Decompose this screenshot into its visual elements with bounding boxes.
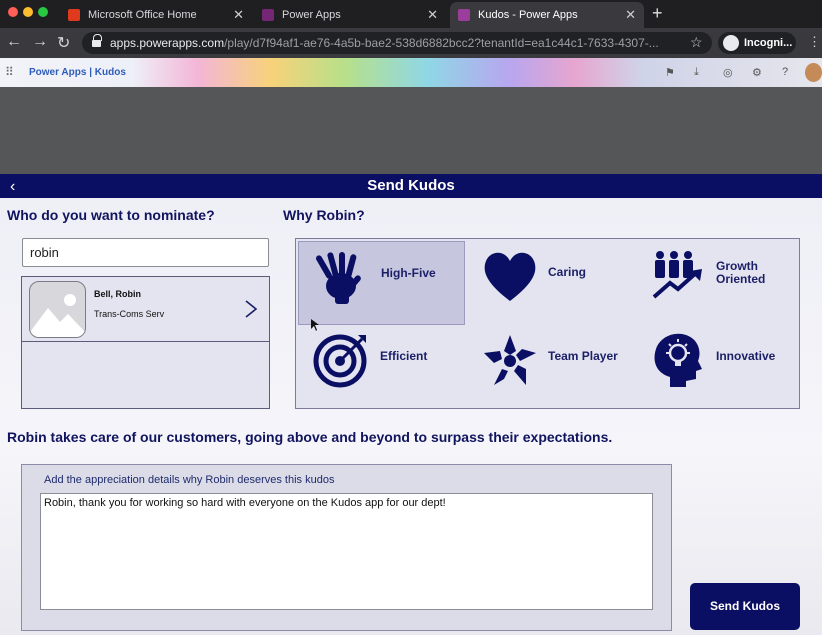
notification-icon[interactable]: ◎ xyxy=(723,66,733,79)
high-five-icon xyxy=(316,252,361,304)
kudos-app-screen: ‹ Send Kudos Who do you want to nominate… xyxy=(0,174,822,635)
badge-label: Innovative xyxy=(716,349,776,363)
download-icon[interactable]: ⤓ xyxy=(694,66,699,79)
send-kudos-button[interactable]: Send Kudos xyxy=(690,583,800,630)
badge-high-five[interactable]: High-Five xyxy=(298,241,465,325)
lock-icon xyxy=(92,34,102,48)
why-heading: Why Robin? xyxy=(283,207,365,223)
idea-head-icon xyxy=(654,333,702,387)
url-host: apps.powerapps.com xyxy=(110,36,225,50)
badge-label: High-Five xyxy=(381,266,436,280)
search-input[interactable]: robin xyxy=(22,238,269,267)
app-launcher-icon[interactable]: ⠿ xyxy=(5,65,14,79)
star-icon[interactable]: ☆ xyxy=(690,34,703,51)
minimize-window-button[interactable] xyxy=(23,7,33,17)
team-icon xyxy=(484,335,536,385)
kudos-badge-grid: High-Five Caring Growth Oriented Efficie… xyxy=(295,238,800,409)
badge-label: Caring xyxy=(548,265,587,279)
settings-gear-icon[interactable]: ⚙ xyxy=(752,66,762,79)
help-icon[interactable]: ? xyxy=(782,66,788,78)
menu-icon[interactable]: ⋮ xyxy=(808,34,821,50)
tab-power-apps[interactable]: Power Apps ✕ xyxy=(254,2,446,28)
incognito-icon xyxy=(723,35,739,51)
tab-microsoft-office-home[interactable]: Microsoft Office Home ✕ xyxy=(60,2,252,28)
avatar[interactable] xyxy=(805,63,822,82)
badge-caring[interactable]: Caring xyxy=(466,241,633,325)
close-window-button[interactable] xyxy=(8,7,18,17)
app-breadcrumb: Power Apps | Kudos xyxy=(29,67,126,78)
close-icon[interactable]: ✕ xyxy=(233,7,244,23)
tab-title: Kudos - Power Apps xyxy=(478,9,578,21)
kudos-statement: Robin takes care of our customers, going… xyxy=(7,429,613,445)
details-hint: Add the appreciation details why Robin d… xyxy=(44,474,335,486)
badge-efficient[interactable]: Efficient xyxy=(298,325,465,409)
details-panel: Add the appreciation details why Robin d… xyxy=(21,464,672,631)
badge-label: Team Player xyxy=(548,349,618,363)
url-path: /play/d7f94af1-ae76-4a5b-bae2-538d6882bc… xyxy=(224,36,659,50)
tab-kudos-power-apps[interactable]: Kudos - Power Apps ✕ xyxy=(450,2,644,28)
person-name: Bell, Robin xyxy=(94,289,141,299)
badge-growth-oriented[interactable]: Growth Oriented xyxy=(634,241,801,325)
powerapps-icon xyxy=(262,9,274,21)
power-apps-header: ⠿ Power Apps | Kudos ⚑ ⤓ ◎ ⚙ ? xyxy=(0,58,822,87)
chevron-right-icon[interactable] xyxy=(244,299,258,319)
incognito-label: Incogni... xyxy=(744,37,793,49)
flag-icon[interactable]: ⚑ xyxy=(665,66,675,79)
back-arrow-icon[interactable]: ← xyxy=(6,33,22,51)
badge-label: Efficient xyxy=(380,349,428,363)
heart-icon xyxy=(484,252,536,301)
office-icon xyxy=(68,9,80,21)
badge-innovative[interactable]: Innovative xyxy=(634,325,801,409)
tab-title: Microsoft Office Home xyxy=(88,9,197,21)
incognito-badge[interactable]: Incogni... xyxy=(718,32,796,54)
close-icon[interactable]: ✕ xyxy=(427,7,438,23)
reload-icon[interactable]: ↻ xyxy=(57,33,70,53)
new-tab-button[interactable]: + xyxy=(652,3,663,24)
powerapps-icon xyxy=(458,9,470,21)
url-field[interactable]: apps.powerapps.com/play/d7f94af1-ae76-4a… xyxy=(82,32,712,54)
page-title: Send Kudos xyxy=(367,177,455,194)
close-icon[interactable]: ✕ xyxy=(625,7,636,23)
badge-label: Growth Oriented xyxy=(716,259,766,286)
image-placeholder-icon xyxy=(30,294,85,337)
person-image-placeholder xyxy=(29,281,86,338)
list-item[interactable]: Bell, Robin Trans-Coms Serv xyxy=(22,277,269,342)
mouse-cursor-icon xyxy=(311,319,319,331)
address-bar-row: ← → ↻ apps.powerapps.com/play/d7f94af1-a… xyxy=(0,28,822,58)
badge-team-player[interactable]: Team Player xyxy=(466,325,633,409)
people-gallery: Bell, Robin Trans-Coms Serv xyxy=(21,276,270,409)
browser-tab-bar: Microsoft Office Home ✕ Power Apps ✕ Kud… xyxy=(0,0,822,28)
nominate-heading: Who do you want to nominate? xyxy=(7,207,215,223)
tab-title: Power Apps xyxy=(282,9,341,21)
details-textarea[interactable]: Robin, thank you for working so hard wit… xyxy=(40,493,653,610)
canvas-margin xyxy=(0,87,822,174)
zoom-window-button[interactable] xyxy=(38,7,48,17)
growth-icon xyxy=(652,251,702,299)
person-department: Trans-Coms Serv xyxy=(94,309,165,319)
title-bar: ‹ Send Kudos xyxy=(0,174,822,198)
target-icon xyxy=(313,334,367,388)
forward-arrow-icon[interactable]: → xyxy=(32,33,48,51)
